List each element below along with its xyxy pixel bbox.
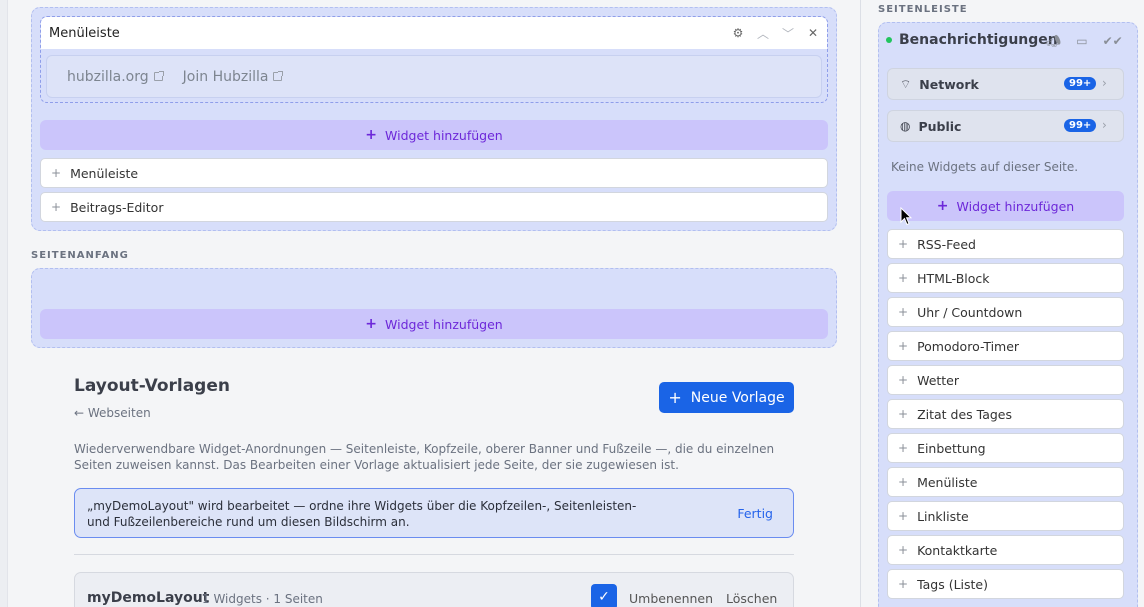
plus-icon: + <box>668 388 682 407</box>
chevron-right-icon: › <box>1102 118 1107 132</box>
plus-icon: + <box>898 509 909 523</box>
add-widget-button-sidebar[interactable]: + Widget hinzufügen <box>887 191 1124 221</box>
double-check-icon[interactable]: ✔✔ <box>1103 34 1123 48</box>
plus-icon: + <box>51 200 62 214</box>
section-label-sidebar: SEITENLEISTE <box>878 4 968 15</box>
plus-icon: + <box>365 127 378 143</box>
palette-item-beitrags-editor[interactable]: + Beitrags-Editor <box>40 192 828 222</box>
plus-icon: + <box>898 271 909 285</box>
left-rail <box>0 0 8 607</box>
menu-widget-title: Menüleiste <box>49 25 120 41</box>
page-title: Layout-Vorlagen <box>74 376 230 396</box>
count-badge: 99+ <box>1064 119 1097 132</box>
palette-item-embed[interactable]: + Einbettung <box>887 433 1124 463</box>
plus-icon: + <box>898 339 909 353</box>
comment-icon[interactable]: ▭ <box>1076 34 1087 48</box>
add-widget-button-top[interactable]: + Widget hinzufügen <box>40 309 828 339</box>
chevron-down-icon[interactable]: ﹀ <box>782 25 794 42</box>
plus-icon: + <box>51 166 62 180</box>
palette-item-tags[interactable]: + Tags (Liste) <box>887 569 1124 599</box>
menu-link-join[interactable]: Join Hubzilla <box>183 69 284 85</box>
gear-icon[interactable]: ⚙ <box>732 26 744 40</box>
add-widget-button-header[interactable]: + Widget hinzufügen <box>40 120 828 150</box>
plus-icon: + <box>898 441 909 455</box>
chevron-right-icon: › <box>1102 76 1107 90</box>
plus-icon: + <box>936 198 949 214</box>
palette-item-menu-list[interactable]: + Menüliste <box>887 467 1124 497</box>
palette-item-clock[interactable]: + Uhr / Countdown <box>887 297 1124 327</box>
plus-icon: + <box>365 316 378 332</box>
palette-item-html-block[interactable]: + HTML-Block <box>887 263 1124 293</box>
notifications-actions: 📣︎ ▭ ✔✔ <box>1046 34 1123 48</box>
palette-item-menuleiste[interactable]: + Menüleiste <box>40 158 828 188</box>
menu-links-bar: hubzilla.org Join Hubzilla <box>46 55 822 98</box>
megaphone-icon[interactable]: 📣︎ <box>1046 34 1061 48</box>
delete-button[interactable]: Löschen <box>726 591 777 606</box>
palette-item-contact-card[interactable]: + Kontaktkarte <box>887 535 1124 565</box>
wifi-icon: ⌔ <box>900 76 912 91</box>
template-card: myDemoLayout 1 Widgets · 1 Seiten ✓ Umbe… <box>74 572 794 607</box>
templates-description: Wiederverwendbare Widget-Anordnungen — S… <box>74 442 775 472</box>
chevron-up-icon[interactable]: ︿ <box>757 25 769 42</box>
editing-notice-text: „myDemoLayout" wird bearbeitet — ordne i… <box>87 499 637 529</box>
palette-item-rss-feed[interactable]: + RSS-Feed <box>887 229 1124 259</box>
notifications-header: Benachrichtigungen <box>886 32 1058 48</box>
menu-widget-header: Menüleiste ⚙ ︿ ﹀ ✕ <box>41 17 827 49</box>
palette-item-weather[interactable]: + Wetter <box>887 365 1124 395</box>
divider <box>74 554 794 555</box>
palette-item-quote[interactable]: + Zitat des Tages <box>887 399 1124 429</box>
plus-icon: + <box>898 305 909 319</box>
external-link-icon <box>273 71 284 81</box>
rename-button[interactable]: Umbenennen <box>629 591 713 606</box>
palette-item-pomodoro[interactable]: + Pomodoro-Timer <box>887 331 1124 361</box>
empty-state-text: Keine Widgets auf dieser Seite. <box>891 160 1079 174</box>
menu-link-hubzilla[interactable]: hubzilla.org <box>67 69 164 85</box>
editing-notice: „myDemoLayout" wird bearbeitet — ordne i… <box>74 488 794 538</box>
back-link[interactable]: ← Webseiten <box>74 406 151 420</box>
globe-icon: ◍ <box>900 119 911 133</box>
plus-icon: + <box>898 237 909 251</box>
notification-row-network[interactable]: ⌔ Network 99+ › <box>887 68 1124 100</box>
check-icon[interactable]: ✓ <box>591 584 617 607</box>
new-template-button[interactable]: + Neue Vorlage <box>659 382 794 413</box>
template-meta: 1 Widgets · 1 Seiten <box>202 592 323 606</box>
notification-row-public[interactable]: ◍ Public 99+ › <box>887 110 1124 142</box>
online-dot <box>886 37 892 43</box>
plus-icon: + <box>898 543 909 557</box>
mouse-cursor-icon <box>900 207 912 226</box>
external-link-icon <box>153 71 164 81</box>
plus-icon: + <box>898 373 909 387</box>
count-badge: 99+ <box>1064 77 1097 90</box>
plus-icon: + <box>898 475 909 489</box>
close-icon[interactable]: ✕ <box>807 26 819 40</box>
palette-item-link-list[interactable]: + Linkliste <box>887 501 1124 531</box>
section-label-top: SEITENANFANG <box>31 250 129 261</box>
notifications-title: Benachrichtigungen <box>899 32 1058 48</box>
plus-icon: + <box>898 407 909 421</box>
template-name: myDemoLayout <box>87 590 210 606</box>
done-button[interactable]: Fertig <box>737 506 773 522</box>
plus-icon: + <box>898 577 909 591</box>
